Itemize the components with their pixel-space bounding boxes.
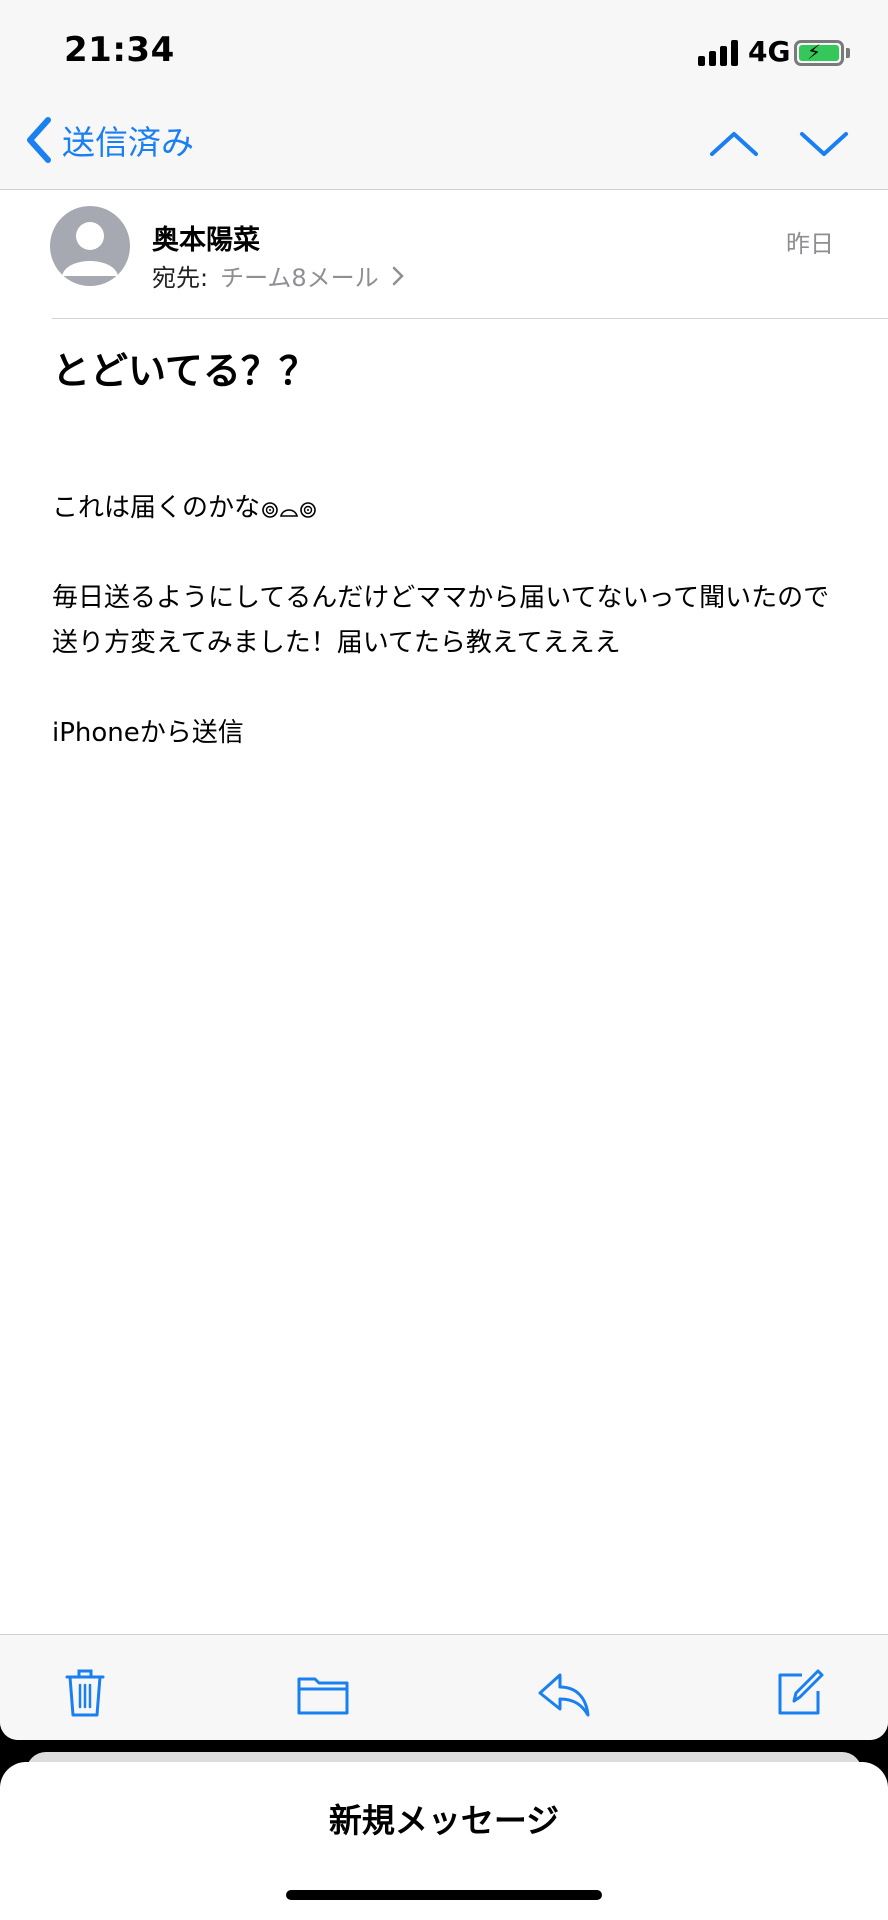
status-bar: 21:34 4G ⚡ [0, 0, 888, 100]
previous-message-icon[interactable] [708, 122, 760, 166]
mail-screen: 21:34 4G ⚡ 送信済み 奥本陽菜 宛先: チーム8メール 昨日 とどいて… [0, 0, 888, 1740]
body-paragraph: 毎日送るようにしてるんだけどママから届いてないって聞いたので送り方変えてみました… [52, 583, 830, 658]
battery-cap [846, 48, 850, 58]
message-body: これは届くのかな 毎日送るようにしてるんだけどママから届いてないって聞いたので送… [52, 486, 832, 801]
message-subject: とどいてる？？ [52, 349, 317, 393]
signature: iPhoneから送信 [52, 718, 244, 748]
navigation-bar: 送信済み [0, 100, 888, 190]
trash-icon[interactable] [57, 1665, 113, 1721]
body-paragraph: これは届くのかな [52, 486, 832, 531]
bottom-toolbar [0, 1634, 888, 1740]
person-icon [62, 222, 118, 276]
chevron-left-icon [27, 117, 51, 163]
reply-icon[interactable] [536, 1665, 592, 1721]
recipient-row[interactable]: 宛先: チーム8メール [152, 258, 405, 293]
sender-name[interactable]: 奥本陽菜 [152, 218, 260, 257]
to-label: 宛先: [152, 264, 209, 292]
network-type: 4G [748, 35, 791, 68]
recipient-name: チーム8メール [220, 264, 379, 292]
folder-icon[interactable] [295, 1665, 351, 1721]
next-message-icon[interactable] [798, 122, 850, 166]
battery-icon: ⚡ [794, 40, 844, 66]
home-indicator[interactable] [286, 1890, 602, 1900]
compose-icon[interactable] [772, 1665, 828, 1721]
message-date: 昨日 [786, 230, 834, 258]
avatar[interactable] [50, 206, 130, 286]
back-button[interactable]: 送信済み [22, 114, 194, 166]
face-emoji-icon [262, 501, 316, 518]
body-line: これは届くのかな [52, 493, 261, 523]
signal-icon [698, 40, 740, 66]
back-label: 送信済み [62, 123, 194, 162]
header-divider [52, 318, 888, 319]
status-time: 21:34 [64, 30, 175, 70]
chevron-right-icon [392, 266, 404, 285]
new-message-title[interactable]: 新規メッセージ [0, 1794, 888, 1842]
